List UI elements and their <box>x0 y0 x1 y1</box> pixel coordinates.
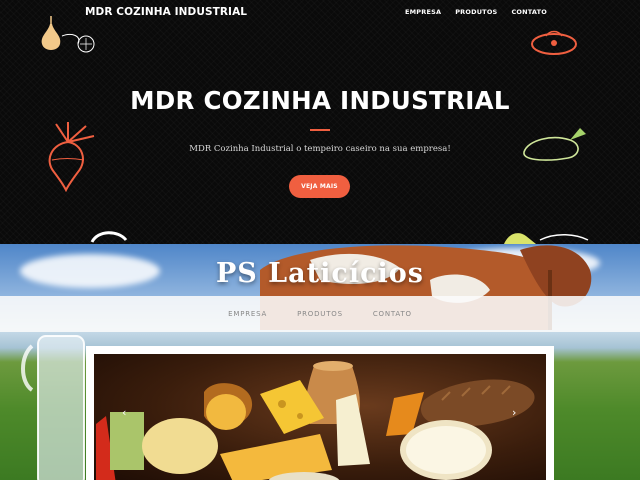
subnav-link-empresa[interactable]: EMPRESA <box>228 310 267 318</box>
top-nav: EMPRESA PRODUTOS CONTATO <box>405 8 547 16</box>
product-carousel: ‹ › <box>86 346 554 480</box>
utensil-doodle-icon <box>90 231 128 243</box>
veja-mais-button[interactable]: VEJA MAIS <box>289 175 350 198</box>
nav-link-produtos[interactable]: PRODUTOS <box>455 8 497 16</box>
pepper-doodle-icon <box>504 233 589 244</box>
hero-divider <box>310 129 330 131</box>
carousel-slide-cheese-image: ‹ › <box>94 354 546 480</box>
nav-link-contato[interactable]: CONTATO <box>511 8 547 16</box>
nav-link-empresa[interactable]: EMPRESA <box>405 8 441 16</box>
chevron-left-icon[interactable]: ‹ <box>122 406 126 419</box>
hero-section: MDR COZINHA INDUSTRIAL EMPRESA PRODUTOS … <box>0 0 640 244</box>
garlic-onion-doodle-icon <box>41 16 95 53</box>
subnav-link-contato[interactable]: CONTATO <box>373 310 412 318</box>
brand-logo-text[interactable]: MDR COZINHA INDUSTRIAL <box>85 6 247 18</box>
laticinios-section: PS Laticícios EMPRESA PRODUTOS CONTATO ‹… <box>0 244 640 480</box>
beet-doodle-icon <box>48 122 95 192</box>
hero-subtitle: MDR Cozinha Industrial o tempeiro caseir… <box>189 144 451 154</box>
subnav-link-produtos[interactable]: PRODUTOS <box>297 310 343 318</box>
cheese-bread-illustration <box>96 361 535 480</box>
tomato-doodle-icon <box>531 30 577 55</box>
cucumber-doodle-icon <box>523 128 586 161</box>
secondary-nav: EMPRESA PRODUTOS CONTATO <box>0 296 640 332</box>
milk-pitcher-image <box>21 335 85 480</box>
chevron-right-icon[interactable]: › <box>512 406 516 419</box>
hero-title: MDR COZINHA INDUSTRIAL <box>130 86 510 115</box>
section-title: PS Laticícios <box>215 258 424 289</box>
